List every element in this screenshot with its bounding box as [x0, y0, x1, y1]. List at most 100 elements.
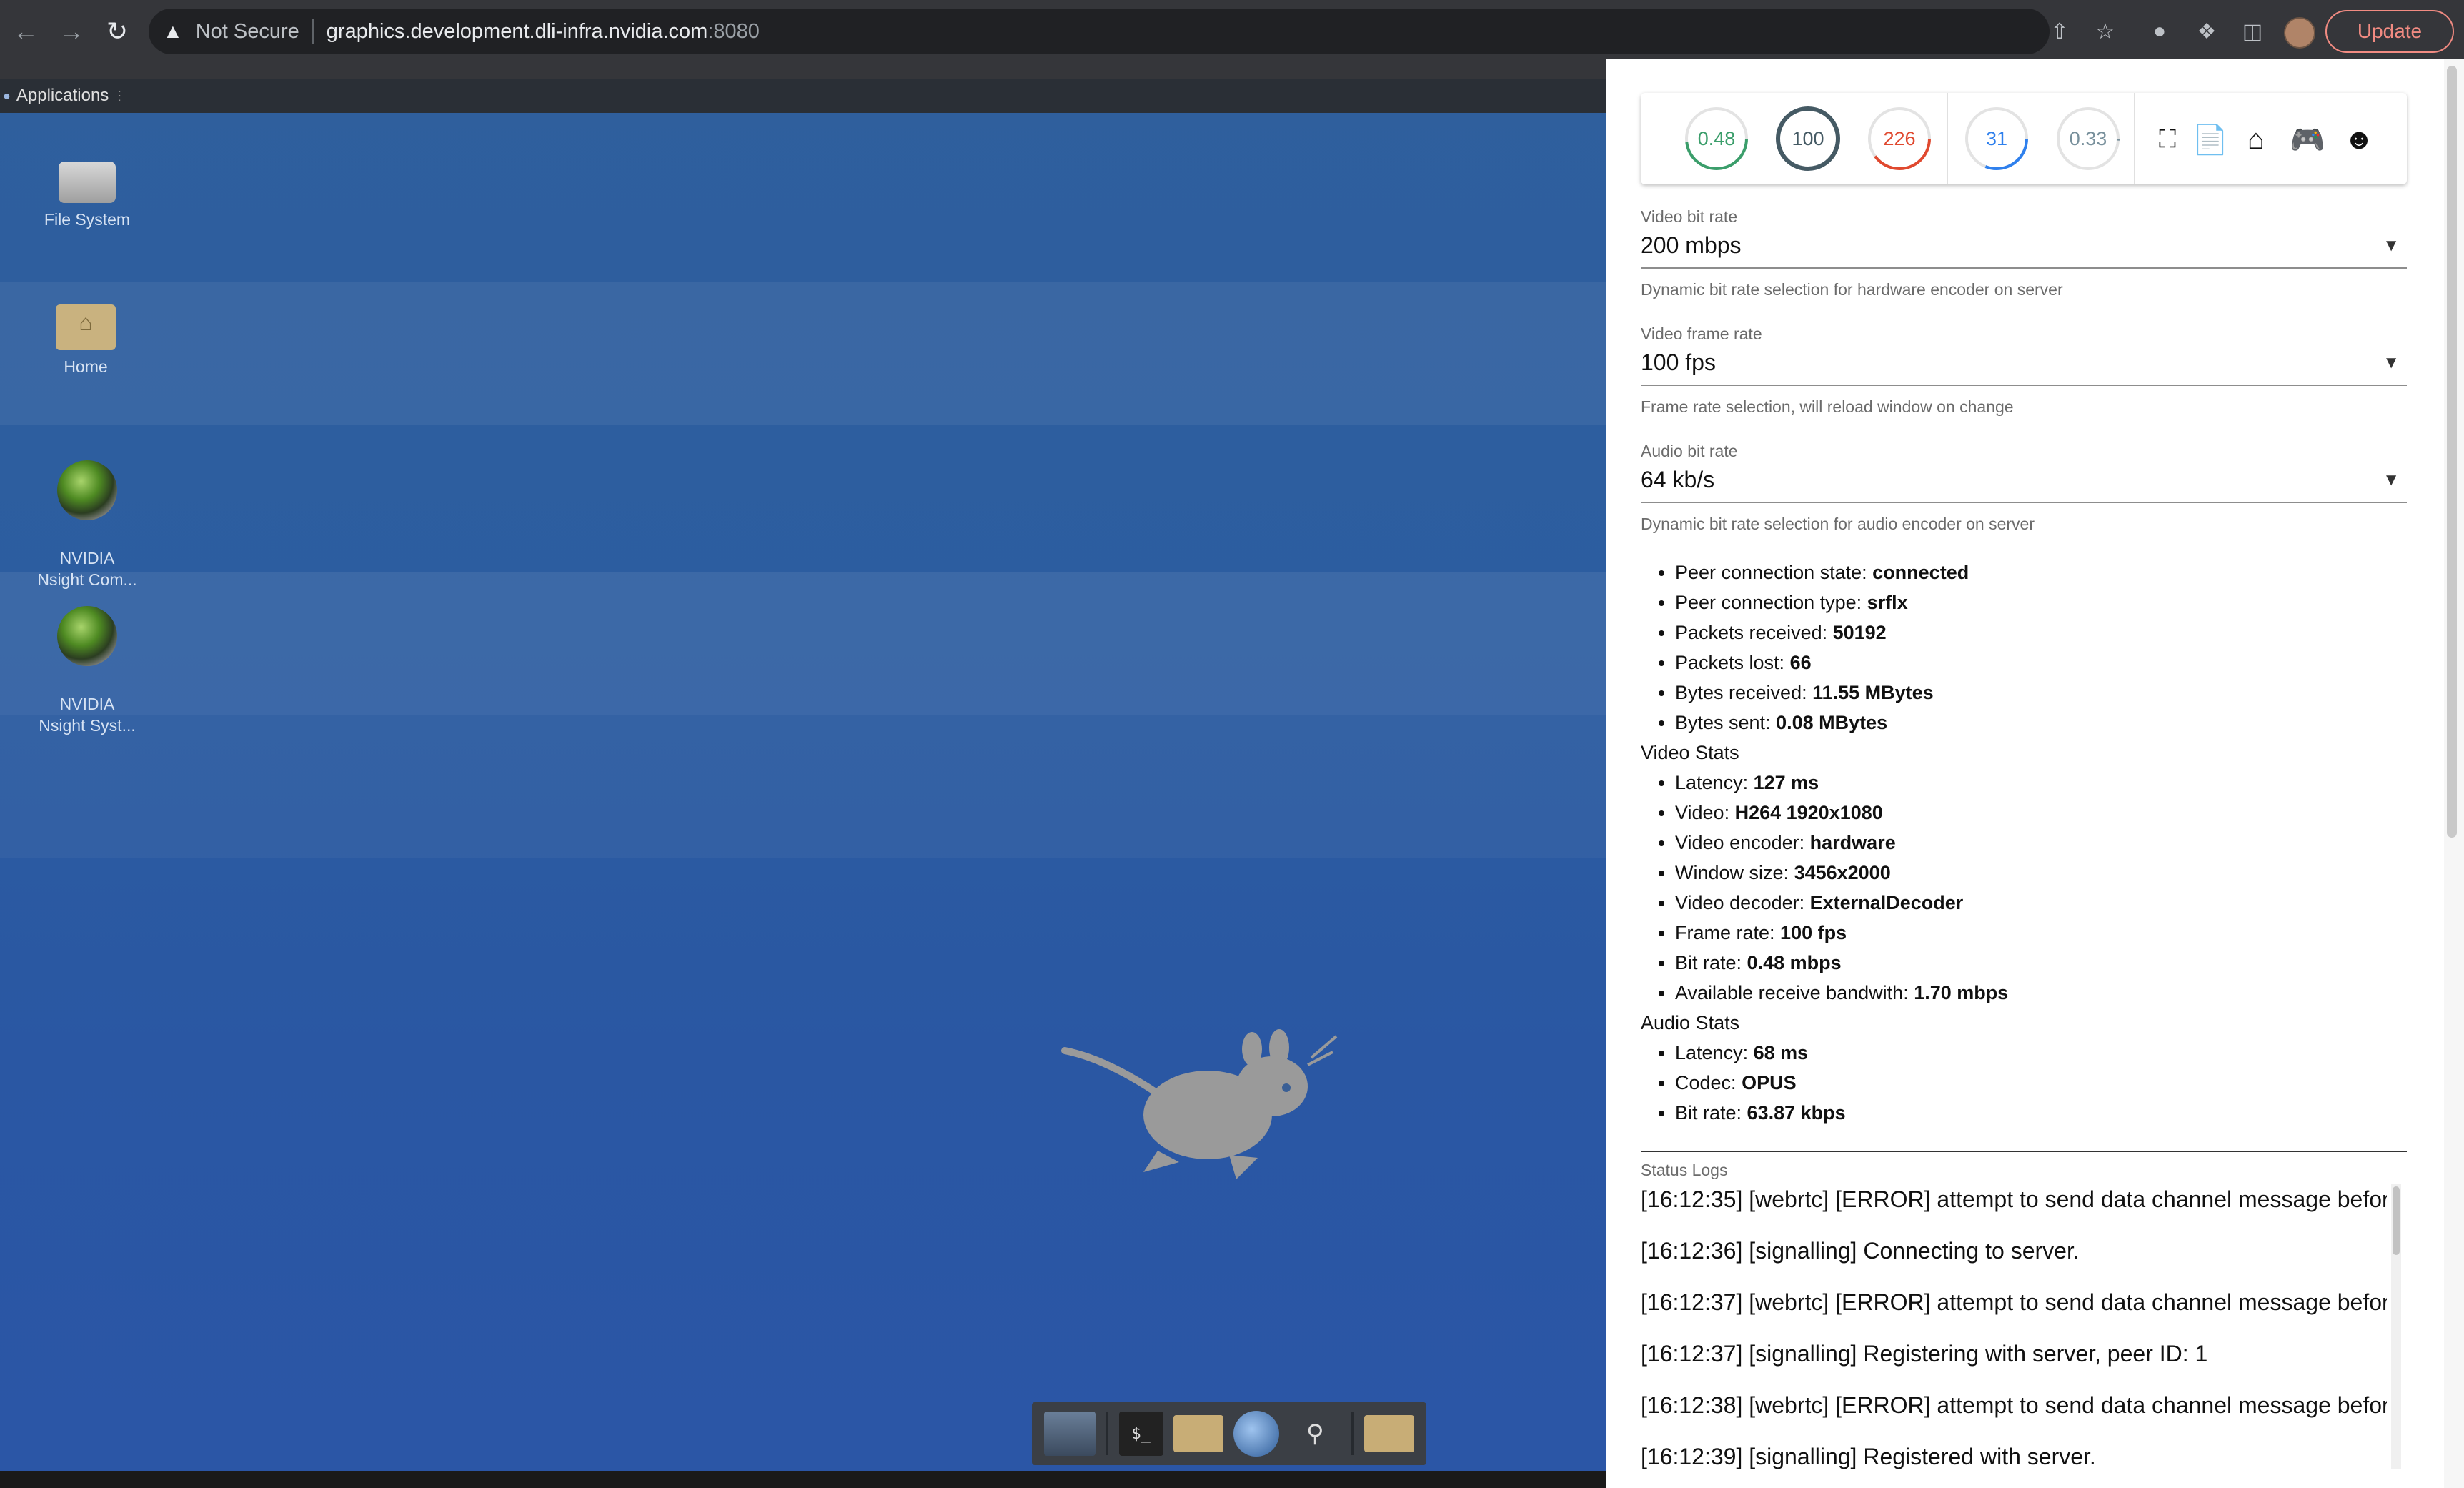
audio-stats-heading: Audio Stats: [1641, 1012, 1740, 1033]
applications-panel: ● Applications ⋮: [0, 79, 1606, 113]
field-underline: [1641, 267, 2407, 269]
stats-toolbar: 0.48 100 226 31 0.33 ⛶ 📄 ⌂ 🎮 ☻: [1641, 93, 2407, 184]
card-separator: [1947, 93, 1948, 184]
field-underline: [1641, 385, 2407, 386]
stat-item: Latency: 68 ms: [1675, 1038, 2407, 1068]
side-panel-icon[interactable]: ◫: [2235, 14, 2270, 49]
dropdown-arrow-icon[interactable]: ▼: [2383, 236, 2400, 256]
extension-badge-icon[interactable]: ●: [2142, 14, 2177, 49]
card-separator: [2134, 93, 2135, 184]
video-framerate-select[interactable]: Video frame rate 100 fps ▼ Frame rate sel…: [1641, 324, 2407, 417]
forward-icon[interactable]: →: [54, 14, 89, 49]
stat-item: Available receive bandwith: 1.70 mbps: [1675, 978, 2407, 1008]
desktop-icon-file-system[interactable]: File System: [16, 149, 159, 230]
gauge-cpu: 31: [1962, 104, 2031, 173]
search-icon[interactable]: ⚲: [1289, 1412, 1341, 1456]
stat-item: Video: H264 1920x1080: [1675, 798, 2407, 828]
url-host[interactable]: graphics.development.dli-infra.nvidia.co…: [327, 20, 708, 44]
share-icon[interactable]: ⇧: [2042, 14, 2077, 49]
desktop-icon-label: Home: [64, 357, 108, 376]
dock: $_ ⚲: [1032, 1402, 1426, 1465]
gauge-value: 0.48: [1697, 127, 1736, 149]
stat-item: Peer connection state: connected: [1675, 557, 2407, 587]
back-icon[interactable]: ←: [9, 14, 43, 49]
desktop-band: [0, 282, 1606, 425]
log-line: [16:12:37] [webrtc] [ERROR] attempt to s…: [1641, 1289, 2387, 1315]
gauge-bitrate: 0.48: [1682, 104, 1751, 173]
home-folder-icon: [56, 304, 116, 350]
stat-item: Video encoder: hardware: [1675, 828, 2407, 858]
fullscreen-icon[interactable]: ⛶: [2150, 121, 2185, 157]
logs-scrollbar-thumb[interactable]: [2393, 1186, 2400, 1255]
field-help: Dynamic bit rate selection for audio enc…: [1641, 515, 2035, 533]
status-logs[interactable]: [16:12:35] [webrtc] [ERROR] attempt to s…: [1641, 1184, 2387, 1488]
field-label: Video bit rate: [1641, 207, 1738, 226]
remote-desktop[interactable]: ● Applications ⋮ File System Home NVIDIA…: [0, 79, 1606, 1471]
audio-bitrate-select[interactable]: Audio bit rate 64 kb/s ▼ Dynamic bit rate…: [1641, 442, 2407, 534]
field-value[interactable]: 64 kb/s: [1641, 467, 1714, 493]
gamepad-icon[interactable]: 🎮: [2290, 121, 2325, 157]
bottom-bar: [0, 1471, 1606, 1488]
address-bar[interactable]: ▲ Not Secure graphics.development.dli-in…: [149, 9, 2050, 54]
separator: [312, 19, 314, 44]
stat-item: Window size: 3456x2000: [1675, 858, 2407, 888]
gauge-latency: 226: [1865, 104, 1934, 173]
clipboard-icon[interactable]: 📄: [2192, 121, 2228, 157]
stat-item: Frame rate: 100 fps: [1675, 918, 2407, 948]
field-help: Frame rate selection, will reload window…: [1641, 397, 2014, 416]
field-underline: [1641, 502, 2407, 503]
log-line: [16:12:38] [webrtc] [ERROR] attempt to s…: [1641, 1392, 2387, 1418]
dock-separator: [1106, 1412, 1109, 1455]
log-line: [16:12:39] [signalling] Registered with …: [1641, 1444, 2096, 1469]
desktop-icon-nsight-systems[interactable]: NVIDIA Nsight Syst...: [16, 585, 159, 758]
profile-avatar[interactable]: [2284, 17, 2315, 49]
folder-icon[interactable]: [1363, 1415, 1414, 1452]
gauge-fps: 100: [1774, 104, 1842, 173]
stat-item: Packets lost: 66: [1675, 648, 2407, 678]
dropdown-arrow-icon[interactable]: ▼: [2383, 353, 2400, 373]
account-circle-icon[interactable]: ☻: [2341, 121, 2377, 157]
stat-item: Bit rate: 0.48 mbps: [1675, 948, 2407, 978]
puzzle-icon[interactable]: ❖: [2190, 14, 2224, 49]
video-stats-list: Latency: 127 ms Video: H264 1920x1080 Vi…: [1641, 768, 2407, 1008]
security-label[interactable]: Not Secure: [196, 20, 299, 44]
star-icon[interactable]: ☆: [2088, 14, 2122, 49]
reload-icon[interactable]: ↻: [100, 14, 134, 49]
gauge-memory: 0.33: [2054, 104, 2122, 173]
gauge-value: 31: [1985, 127, 2008, 149]
show-desktop-icon[interactable]: [1044, 1412, 1096, 1456]
field-value[interactable]: 200 mbps: [1641, 232, 1742, 259]
url-port[interactable]: :8080: [707, 20, 760, 44]
xfce-mouse-logo: [1061, 1029, 1338, 1179]
warning-icon: ▲: [163, 20, 183, 42]
field-value[interactable]: 100 fps: [1641, 349, 1716, 376]
home-icon[interactable]: ⌂: [2238, 121, 2274, 157]
video-bitrate-select[interactable]: Video bit rate 200 mbps ▼ Dynamic bit rat…: [1641, 207, 2407, 299]
gauge-value: 100: [1792, 127, 1824, 149]
status-logs-label: Status Logs: [1641, 1161, 1728, 1179]
desktop-icon-label: NVIDIA Nsight Syst...: [39, 695, 136, 735]
stat-item: Latency: 127 ms: [1675, 768, 2407, 798]
desktop-icon-home[interactable]: Home: [14, 293, 157, 377]
stat-item: Bit rate: 63.87 kbps: [1675, 1098, 2407, 1128]
panel-scrollbar-thumb[interactable]: [2447, 66, 2457, 838]
update-button[interactable]: Update: [2325, 10, 2454, 53]
drive-icon: [59, 162, 116, 203]
stat-item: Codec: OPUS: [1675, 1068, 2407, 1098]
web-browser-icon[interactable]: [1233, 1411, 1280, 1457]
nsight-systems-icon: [57, 606, 117, 666]
desktop-icon-label: NVIDIA Nsight Com...: [37, 549, 137, 589]
log-line: [16:12:37] [signalling] Registering with…: [1641, 1341, 2208, 1367]
stat-item: Bytes sent: 0.08 MBytes: [1675, 708, 2407, 738]
field-label: Video frame rate: [1641, 324, 1762, 343]
gauge-value: 0.33: [2069, 127, 2107, 149]
log-line: [16:12:35] [webrtc] [ERROR] attempt to s…: [1641, 1186, 2387, 1212]
connection-list: Peer connection state: connected Peer co…: [1641, 557, 2407, 738]
terminal-icon[interactable]: $_: [1118, 1412, 1163, 1456]
applications-menu[interactable]: Applications: [16, 86, 109, 106]
gauge-value: 226: [1883, 127, 1916, 149]
file-manager-icon[interactable]: [1173, 1415, 1223, 1452]
dropdown-arrow-icon[interactable]: ▼: [2383, 470, 2400, 490]
desktop-icon-label: File System: [44, 210, 131, 229]
field-label: Audio bit rate: [1641, 442, 1738, 460]
